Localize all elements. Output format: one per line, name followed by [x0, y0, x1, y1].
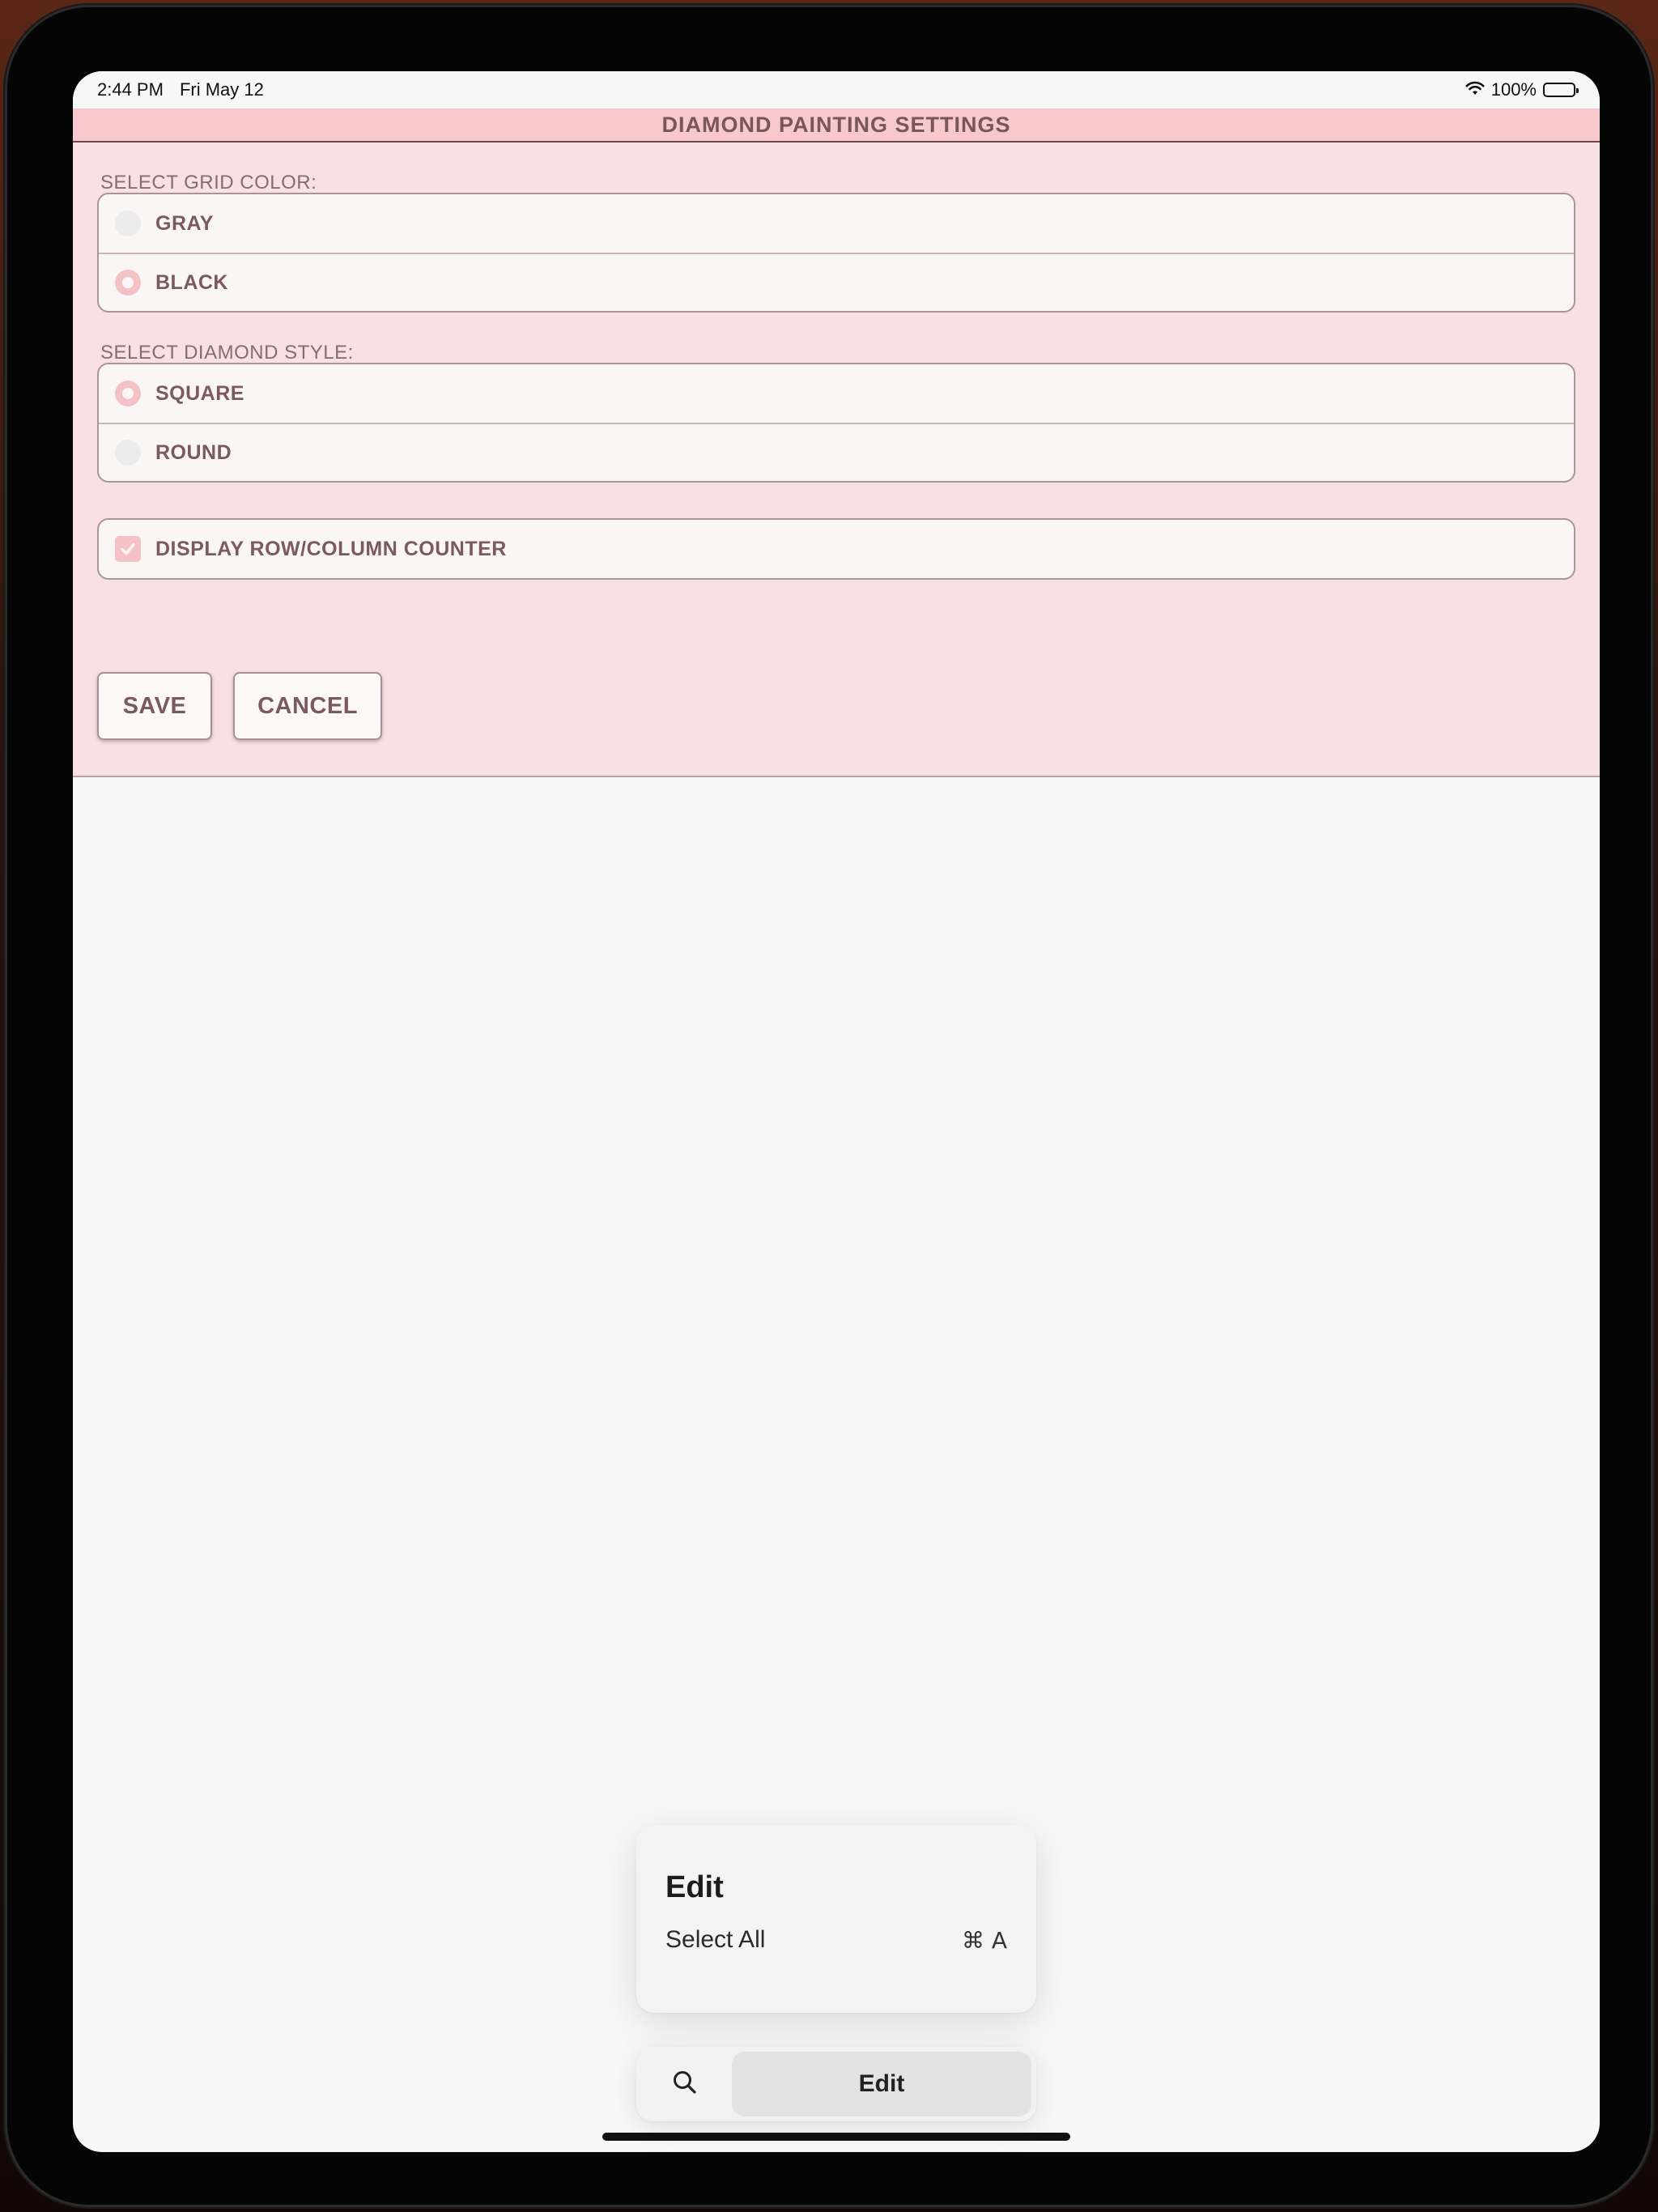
radio-option-square[interactable]: SQUARE: [99, 364, 1574, 423]
ipad-device-frame: 2:44 PM Fri May 12 100% DIAMOND PAINTING…: [5, 5, 1653, 2207]
radio-unselected-icon: [115, 440, 141, 466]
page-title: DIAMOND PAINTING SETTINGS: [661, 112, 1011, 137]
battery-percent: 100%: [1490, 79, 1537, 100]
radio-option-label: ROUND: [155, 440, 232, 464]
battery-icon: [1543, 83, 1579, 97]
menu-item-label: Select All: [665, 1926, 766, 1953]
status-date: Fri May 12: [179, 79, 264, 100]
edit-menu-title: Edit: [665, 1870, 724, 1904]
edit-menu-tab[interactable]: Edit: [732, 2052, 1031, 2116]
diamond-style-group: SQUARE ROUND: [97, 363, 1575, 483]
radio-selected-icon: [115, 381, 141, 406]
counter-label: DISPLAY ROW/COLUMN COUNTER: [155, 537, 507, 560]
menu-bar: Edit: [636, 2047, 1036, 2121]
cancel-button[interactable]: CANCEL: [233, 672, 382, 740]
grid-color-label: SELECT GRID COLOR:: [100, 172, 317, 194]
radio-option-label: GRAY: [155, 211, 214, 235]
settings-panel: SELECT GRID COLOR: GRAY BLACK SELECT DIA…: [73, 143, 1600, 777]
grid-color-group: GRAY BLACK: [97, 193, 1575, 313]
status-time: 2:44 PM: [97, 79, 164, 100]
checkbox-checked-icon: [115, 536, 141, 562]
radio-option-gray[interactable]: GRAY: [99, 194, 1574, 253]
wifi-icon: [1465, 79, 1485, 100]
menu-item-shortcut: ⌘ A: [961, 1926, 1007, 1954]
status-bar: 2:44 PM Fri May 12 100%: [73, 71, 1600, 108]
radio-option-label: BLACK: [155, 270, 228, 294]
home-indicator[interactable]: [602, 2133, 1070, 2141]
radio-option-black[interactable]: BLACK: [99, 253, 1574, 311]
radio-unselected-icon: [115, 211, 141, 236]
edit-menu-popover: Edit Select All ⌘ A: [636, 1825, 1036, 2013]
screen: 2:44 PM Fri May 12 100% DIAMOND PAINTING…: [73, 71, 1600, 2152]
counter-checkbox-row[interactable]: DISPLAY ROW/COLUMN COUNTER: [99, 520, 1574, 578]
search-icon: [671, 2069, 699, 2100]
menu-item-select-all[interactable]: Select All ⌘ A: [665, 1926, 1007, 1954]
radio-option-round[interactable]: ROUND: [99, 423, 1574, 481]
save-button[interactable]: SAVE: [97, 672, 212, 740]
radio-selected-icon: [115, 270, 141, 296]
counter-group: DISPLAY ROW/COLUMN COUNTER: [97, 518, 1575, 580]
radio-option-label: SQUARE: [155, 381, 244, 405]
settings-title-bar: DIAMOND PAINTING SETTINGS: [73, 108, 1600, 143]
search-button[interactable]: [641, 2052, 729, 2116]
diamond-style-label: SELECT DIAMOND STYLE:: [100, 342, 354, 364]
